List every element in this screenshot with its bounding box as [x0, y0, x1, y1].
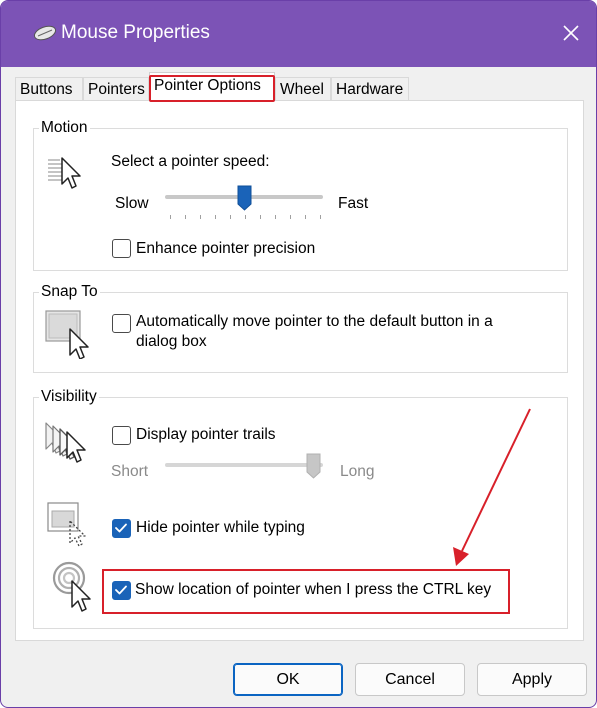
show-location-checkbox[interactable] [112, 581, 131, 600]
snap-to-icon [44, 309, 94, 364]
tab-wheel[interactable]: Wheel [275, 77, 331, 100]
mouse-properties-window: Mouse Properties Buttons Pointers Pointe… [0, 0, 597, 708]
slider-tick [230, 215, 231, 219]
close-icon [563, 25, 579, 41]
pointer-options-panel: Motion Select a pointer speed: Slow Fast… [15, 100, 584, 641]
show-location-label: Show location of pointer when I press th… [135, 581, 492, 598]
auto-move-label-line1: Automatically move pointer to the defaul… [136, 313, 493, 330]
pointer-trails-icon [44, 421, 92, 470]
slider-tick [170, 215, 171, 219]
tab-buttons[interactable]: Buttons [15, 77, 83, 100]
enhance-precision-label: Enhance pointer precision [136, 240, 316, 257]
hide-pointer-label: Hide pointer while typing [136, 519, 305, 536]
tab-strip: Buttons Pointers Pointer Options Wheel H… [1, 67, 596, 101]
slider-tick [215, 215, 216, 219]
visibility-group-label: Visibility [39, 388, 99, 406]
slider-tick [245, 215, 246, 219]
long-label: Long [340, 463, 375, 480]
pointer-trails-slider-thumb[interactable] [306, 453, 321, 484]
hide-pointer-icon [46, 501, 92, 552]
slider-tick [200, 215, 201, 219]
pointer-speed-ticks [170, 215, 321, 221]
pointer-trails-checkbox[interactable] [112, 426, 131, 445]
auto-move-checkbox[interactable] [112, 314, 131, 333]
tab-pointer-options[interactable]: Pointer Options [149, 72, 275, 101]
title-bar: Mouse Properties [1, 1, 596, 67]
pointer-speed-label: Select a pointer speed: [111, 153, 270, 170]
auto-move-label-line2: dialog box [136, 333, 207, 350]
hide-pointer-checkbox[interactable] [112, 519, 131, 538]
slider-tick [185, 215, 186, 219]
slider-tick [290, 215, 291, 219]
pointer-speed-icon [46, 154, 86, 197]
motion-group-label: Motion [39, 119, 90, 137]
cancel-button[interactable]: Cancel [355, 663, 465, 696]
slow-label: Slow [115, 195, 149, 212]
fast-label: Fast [338, 195, 369, 212]
tab-hardware[interactable]: Hardware [331, 77, 409, 100]
slider-tick [320, 215, 321, 219]
slider-tick [260, 215, 261, 219]
slider-tick [305, 215, 306, 219]
mouse-icon [33, 25, 57, 46]
short-label: Short [111, 463, 149, 480]
apply-button[interactable]: Apply [477, 663, 587, 696]
pointer-trails-label: Display pointer trails [136, 426, 276, 443]
slider-tick [275, 215, 276, 219]
close-button[interactable] [555, 17, 587, 49]
window-title: Mouse Properties [61, 22, 210, 43]
ok-button[interactable]: OK [233, 663, 343, 696]
show-location-icon [52, 561, 94, 618]
snap-to-group-label: Snap To [39, 283, 100, 301]
enhance-precision-checkbox[interactable] [112, 239, 131, 258]
tab-pointers[interactable]: Pointers [83, 77, 149, 100]
pointer-trails-slider[interactable] [165, 463, 323, 467]
pointer-speed-slider-thumb[interactable] [237, 185, 252, 216]
